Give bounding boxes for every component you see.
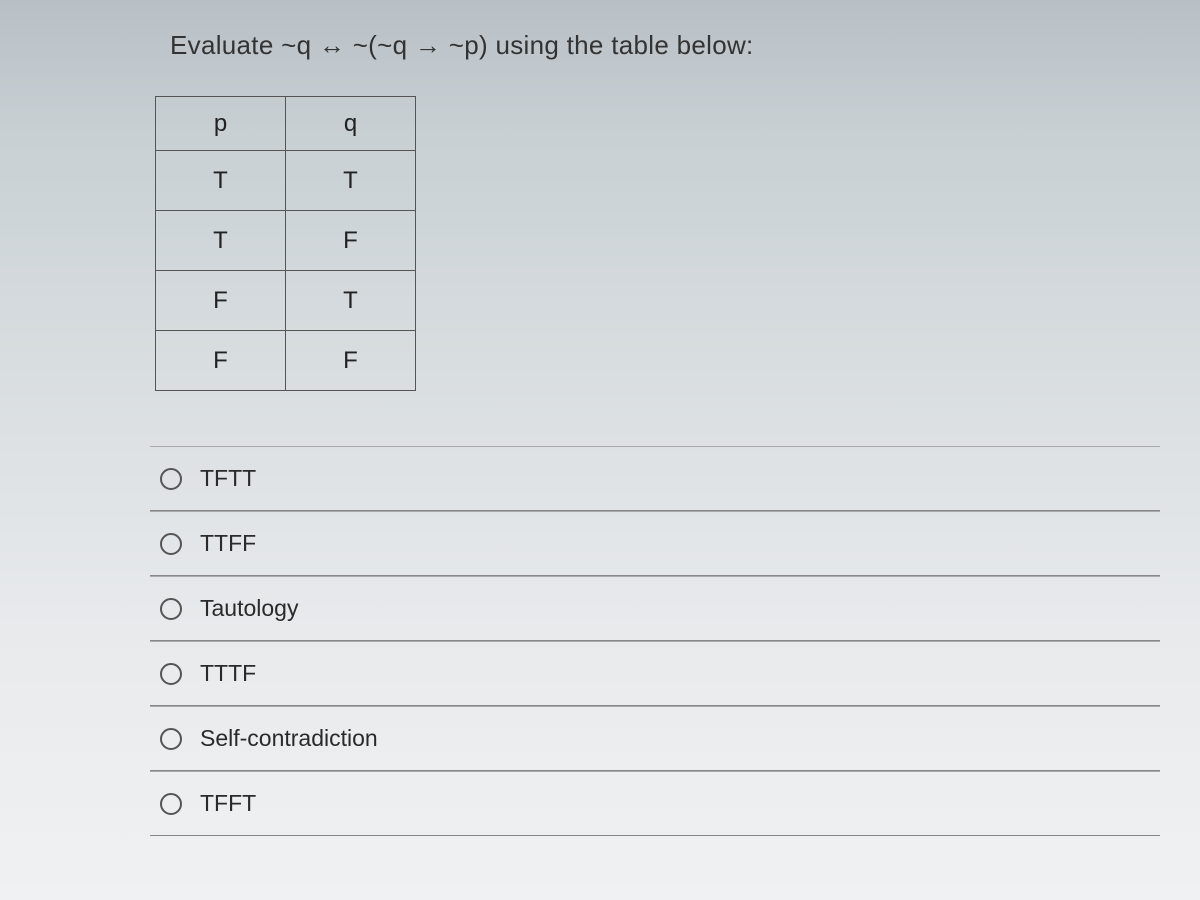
option-row[interactable]: TTFF	[150, 511, 1160, 576]
option-radio[interactable]	[160, 598, 182, 620]
option-label: TFTT	[200, 465, 256, 492]
question-block: Evaluate ~q ↔ ~(~q → ~p) using the table…	[150, 30, 1160, 836]
option-label: TFFT	[200, 790, 256, 817]
table-cell: F	[156, 271, 286, 331]
table-cell: T	[156, 211, 286, 271]
table-cell: T	[286, 271, 416, 331]
table-cell: T	[156, 151, 286, 211]
table-cell: F	[286, 211, 416, 271]
option-label: TTFF	[200, 530, 256, 557]
option-row[interactable]: Self-contradiction	[150, 706, 1160, 771]
option-radio[interactable]	[160, 728, 182, 750]
option-row[interactable]: TFTT	[150, 446, 1160, 511]
table-cell: T	[286, 151, 416, 211]
table-cell: F	[286, 331, 416, 391]
option-label: Tautology	[200, 595, 298, 622]
option-label: Self-contradiction	[200, 725, 378, 752]
option-row[interactable]: Tautology	[150, 576, 1160, 641]
option-label: TTTF	[200, 660, 256, 687]
option-radio[interactable]	[160, 533, 182, 555]
table-row: F T	[156, 271, 416, 331]
option-radio[interactable]	[160, 663, 182, 685]
question-prompt: Evaluate ~q ↔ ~(~q → ~p) using the table…	[170, 30, 1160, 61]
option-row[interactable]: TFFT	[150, 771, 1160, 836]
truth-table: p q T T T F F T F F	[155, 96, 416, 391]
option-radio[interactable]	[160, 793, 182, 815]
table-header-p: p	[156, 97, 286, 151]
answer-options: TFTT TTFF Tautology TTTF Self-contradict…	[150, 446, 1160, 836]
table-header-row: p q	[156, 97, 416, 151]
table-row: T F	[156, 211, 416, 271]
option-row[interactable]: TTTF	[150, 641, 1160, 706]
option-radio[interactable]	[160, 468, 182, 490]
table-header-q: q	[286, 97, 416, 151]
table-row: F F	[156, 331, 416, 391]
table-row: T T	[156, 151, 416, 211]
table-cell: F	[156, 331, 286, 391]
